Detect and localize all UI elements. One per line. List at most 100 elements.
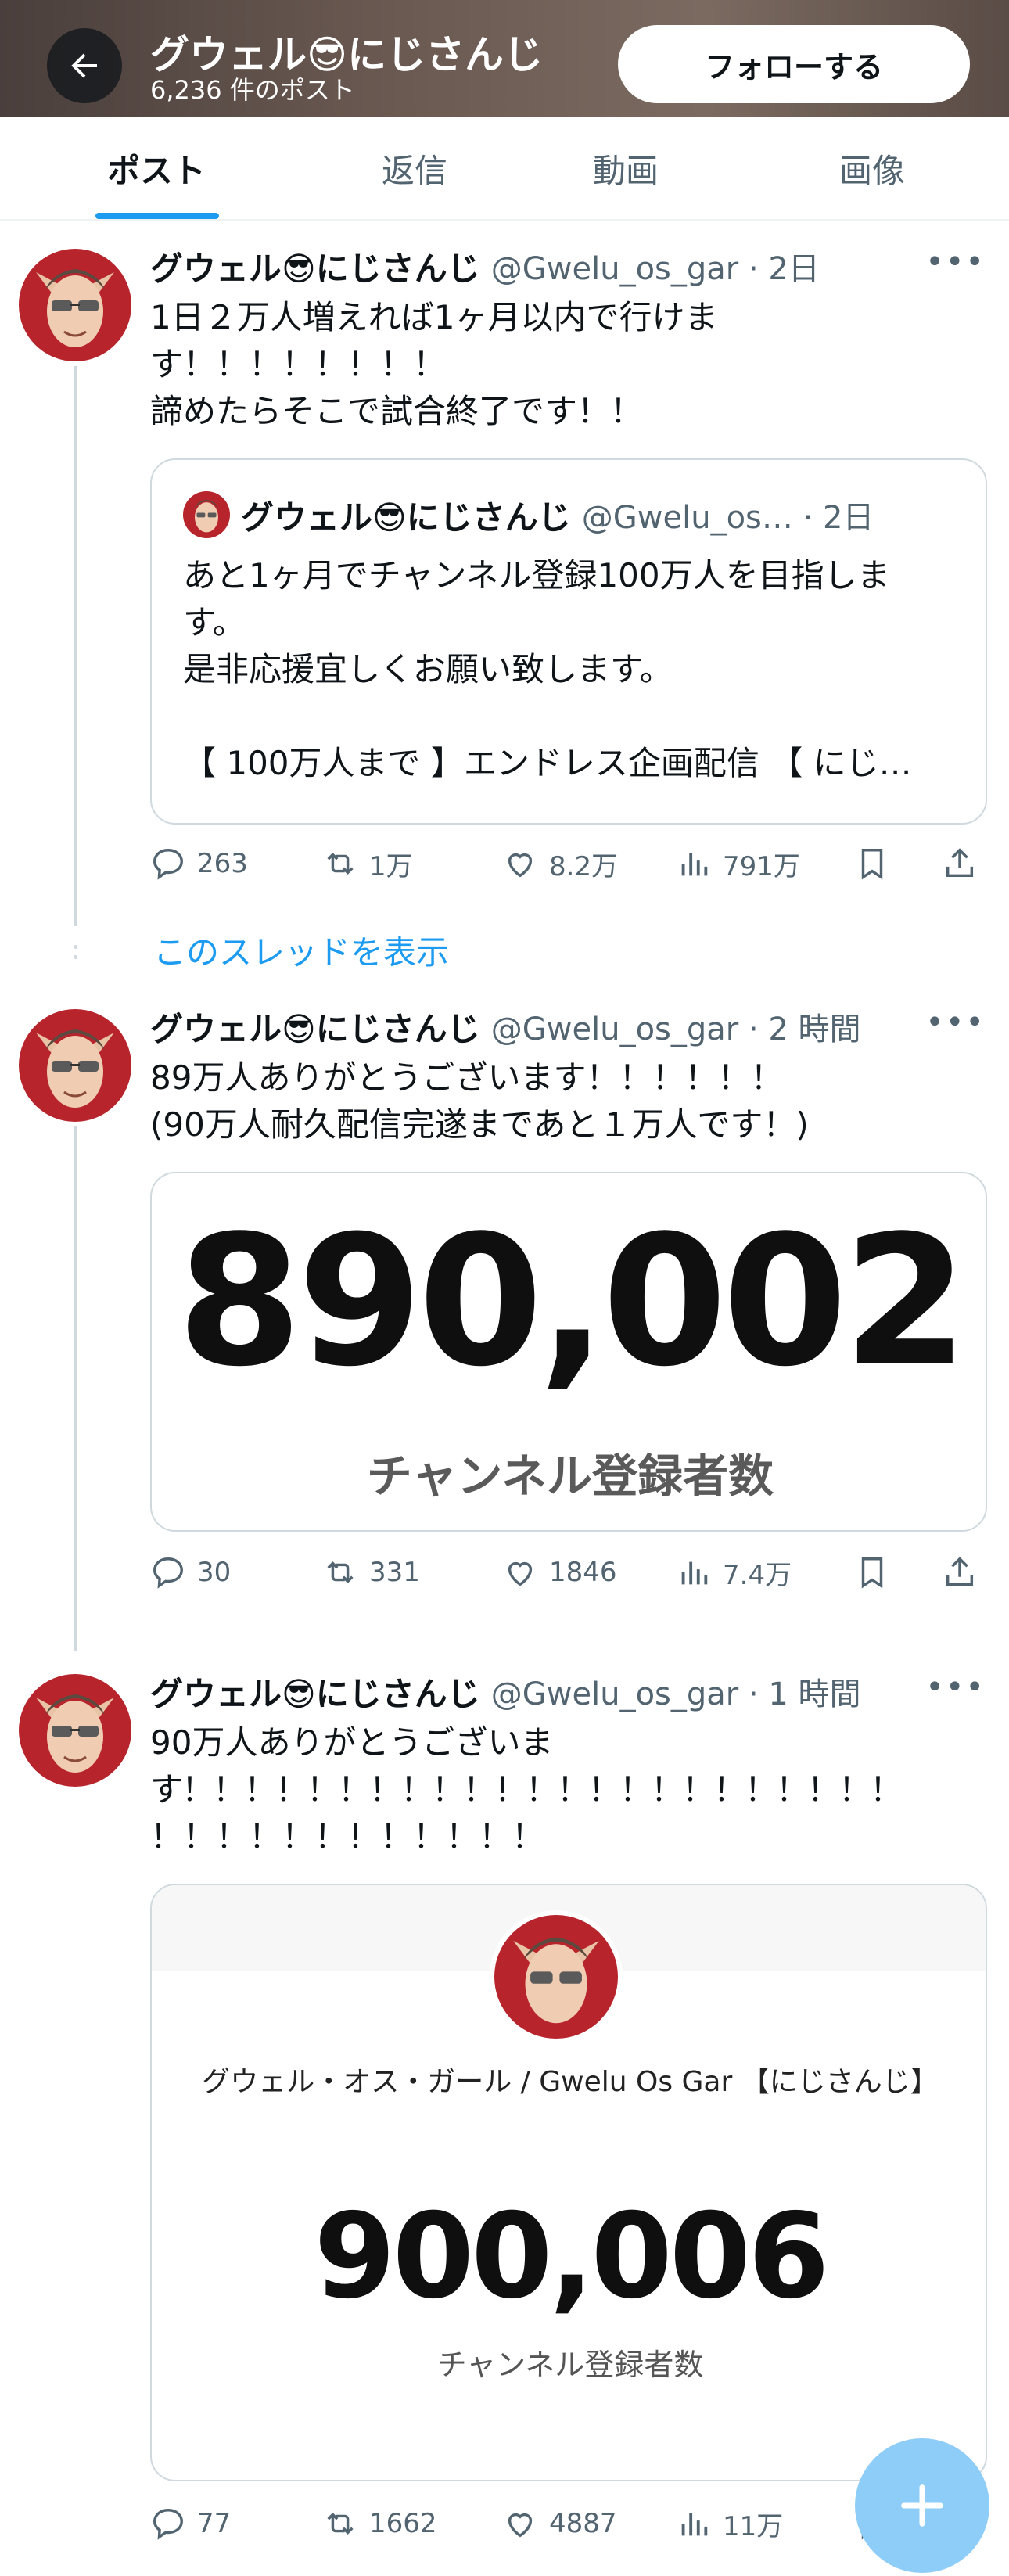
repost-icon	[327, 853, 354, 875]
post-count: 6,236 件のポスト	[150, 75, 355, 105]
author-name[interactable]: グウェル😎にじさんじ	[150, 1003, 480, 1051]
reply-icon	[153, 1557, 183, 1589]
repost-button[interactable]: 1万	[322, 840, 413, 887]
views-icon	[681, 2513, 708, 2536]
view-count: 7.4万	[723, 1559, 792, 1591]
heart-icon	[508, 2513, 533, 2538]
post-text-line: ！！！！！！！！！！！！	[150, 1817, 545, 1856]
compose-button[interactable]	[855, 2438, 989, 2573]
back-button[interactable]	[47, 28, 122, 103]
quote-text-line: 是非応援宜しくお願い致します。	[183, 650, 673, 688]
subscriber-caption: チャンネル登録者数	[366, 1450, 774, 1503]
repost-icon	[327, 2513, 354, 2535]
like-button[interactable]: 4887	[502, 2500, 617, 2547]
quote-text: あと1ヶ月でチャンネル登録100万人を目指しま す。 是非応援宜しくお願い致しま…	[183, 552, 965, 787]
quote-text-line	[183, 693, 965, 740]
reply-button[interactable]: 30	[150, 1549, 231, 1596]
tab-videos[interactable]: 動画	[532, 117, 720, 219]
views-button[interactable]: 7.4万	[676, 1549, 792, 1596]
author-handle[interactable]: @Gwelu_os_gar · 2日	[491, 243, 820, 289]
media-image[interactable]: 890,002 チャンネル登録者数	[150, 1172, 987, 1532]
bookmark-button[interactable]	[854, 840, 901, 887]
follow-button[interactable]: フォローする	[618, 25, 970, 103]
reply-count: 263	[197, 848, 248, 879]
repost-count: 331	[369, 1557, 420, 1588]
heart-icon	[508, 1561, 533, 1586]
share-icon	[946, 848, 974, 878]
post-header: グウェル😎にじさんじ @Gwelu_os_gar · 2 時間	[150, 1003, 861, 1050]
more-options-icon[interactable]: •••	[925, 244, 986, 280]
tab-replies[interactable]: 返信	[321, 117, 508, 219]
quote-text-line: 【 100万人まで 】エンドレス企画配信 【 にじ…	[183, 744, 912, 782]
post-text-line: 90万人ありがとうございま	[150, 1723, 554, 1762]
subscriber-caption: チャンネル登録者数	[436, 2348, 704, 2382]
views-icon	[681, 1561, 708, 1585]
tab-posts[interactable]: ポスト	[63, 117, 250, 219]
media-image[interactable]: グウェル・オス・ガール / Gwelu Os Gar 【にじさんじ】 900,0…	[150, 1884, 987, 2481]
share-button[interactable]	[942, 840, 989, 887]
post-text: 1日２万人増えれば1ヶ月以内で行けま す！！！！！！！！ 諦めたらそこで試合終了…	[150, 294, 979, 435]
quote-text-line: す。	[183, 603, 246, 641]
more-options-icon[interactable]: •••	[925, 1669, 986, 1705]
post-text: 90万人ありがとうございま す！！！！！！！！！！！！！！！！！！！！！！！ ！…	[150, 1719, 979, 1860]
post-header: グウェル😎にじさんじ @Gwelu_os_gar · 1 時間	[150, 1668, 861, 1715]
bookmark-button[interactable]	[854, 1549, 901, 1596]
subscriber-count: 890,002	[177, 1198, 968, 1407]
view-count: 791万	[723, 850, 800, 882]
avatar[interactable]	[19, 249, 131, 361]
like-count: 8.2万	[549, 850, 619, 882]
quote-text-line: あと1ヶ月でチャンネル登録100万人を目指しま	[183, 556, 890, 595]
subscriber-count: 900,006	[314, 2189, 829, 2325]
arrow-left-icon	[71, 53, 97, 78]
share-button[interactable]	[942, 1549, 989, 1596]
author-handle[interactable]: @Gwelu_os_gar · 1 時間	[491, 1669, 861, 1714]
quote-avatar	[183, 491, 230, 538]
like-button[interactable]: 8.2万	[502, 840, 618, 887]
avatar[interactable]	[19, 1009, 131, 1122]
repost-button[interactable]: 331	[322, 1549, 420, 1596]
reply-icon	[153, 849, 183, 880]
quote-post[interactable]: グウェル😎にじさんじ @Gwelu_os… · 2日 あと1ヶ月でチャンネル登録…	[150, 458, 987, 825]
quote-author-handle: @Gwelu_os… · 2日	[581, 500, 874, 536]
reply-count: 77	[197, 2508, 232, 2539]
bookmark-icon	[861, 1557, 883, 1589]
avatar-image	[19, 249, 131, 361]
avatar-image	[183, 491, 230, 538]
reply-button[interactable]: 263	[150, 840, 248, 887]
post-text-line: す！！！！！！！！	[150, 345, 447, 383]
like-count: 4887	[549, 2508, 617, 2539]
avatar-image	[19, 1674, 131, 1787]
show-thread-link[interactable]: このスレッドを表示	[153, 926, 449, 974]
repost-icon	[327, 1561, 354, 1583]
views-button[interactable]: 11万	[676, 2500, 783, 2547]
tab-images[interactable]: 画像	[778, 117, 966, 219]
avatar-image	[19, 1009, 131, 1122]
like-button[interactable]: 1846	[502, 1549, 617, 1596]
like-count: 1846	[549, 1557, 617, 1588]
reply-button[interactable]: 77	[150, 2500, 231, 2547]
post-text-line: (90万人耐久配信完遂まであと１万人です！)	[150, 1105, 809, 1144]
avatar[interactable]	[19, 1674, 131, 1787]
profile-tabs: ポスト 返信 動画 画像	[0, 117, 1009, 221]
views-icon	[681, 853, 708, 876]
post-text: 89万人ありがとうございます！！！！！！ (90万人耐久配信完遂まであと１万人で…	[150, 1054, 979, 1148]
post-text-line: 89万人ありがとうございます！！！！！！	[150, 1058, 784, 1097]
more-options-icon[interactable]: •••	[925, 1004, 986, 1040]
quote-header: グウェル😎にじさんじ @Gwelu_os… · 2日	[241, 491, 874, 538]
profile-header: グウェル😎にじさんじ 6,236 件のポスト フォローする	[0, 0, 1009, 117]
view-count: 11万	[723, 2510, 784, 2542]
author-name[interactable]: グウェル😎にじさんじ	[150, 243, 480, 290]
post-text-line: 諦めたらそこで試合終了です！！	[150, 392, 644, 430]
post-text-line: す！！！！！！！！！！！！！！！！！！！！！！！	[150, 1770, 903, 1809]
heart-icon	[508, 853, 533, 878]
repost-count: 1662	[369, 2508, 437, 2539]
author-handle[interactable]: @Gwelu_os_gar · 2 時間	[491, 1004, 861, 1049]
views-button[interactable]: 791万	[676, 840, 800, 887]
repost-count: 1万	[369, 850, 413, 882]
reply-icon	[153, 2509, 183, 2540]
thread-dotted-line	[74, 945, 77, 959]
channel-avatar	[490, 1910, 623, 2043]
author-name[interactable]: グウェル😎にじさんじ	[150, 1668, 480, 1716]
active-tab-indicator	[95, 213, 219, 219]
repost-button[interactable]: 1662	[322, 2500, 437, 2547]
